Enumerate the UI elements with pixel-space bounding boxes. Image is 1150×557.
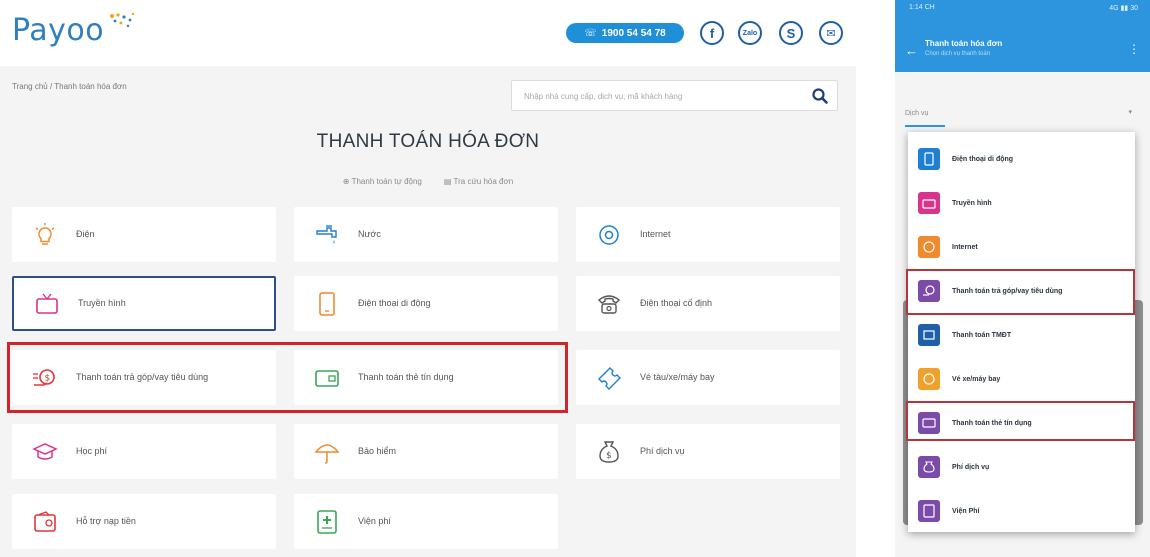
service-label: Điện thoại di động xyxy=(358,298,431,308)
service-card-mobile[interactable]: Điện thoại di động xyxy=(294,276,558,331)
phone-icon: ☏ xyxy=(584,27,597,39)
service-card-internet[interactable]: Internet xyxy=(576,207,840,262)
landline-icon xyxy=(596,291,622,317)
service-card-landline[interactable]: Điện thoại cố định xyxy=(576,276,840,331)
highlight-box xyxy=(906,269,1135,315)
logo-text: Payoo xyxy=(12,12,105,48)
tv-icon xyxy=(34,291,60,317)
service-label: Bảo hiểm xyxy=(358,446,397,456)
service-label: Viện phí xyxy=(358,516,391,526)
dropdown-item-label: Truyền hình xyxy=(952,199,992,207)
wallet-icon xyxy=(32,509,58,535)
service-card-water[interactable]: Nước xyxy=(294,207,558,262)
dropdown-item-tv[interactable]: Truyền hình xyxy=(908,181,1135,225)
dropdown-item-ticket[interactable]: Vé xe/máy bay xyxy=(908,357,1135,401)
service-field-label: Dịch vụ xyxy=(905,110,929,117)
hospital-icon xyxy=(918,500,940,522)
dropdown-item-mobile[interactable]: Điện thoại di động xyxy=(908,137,1135,181)
service-label: Phí dịch vụ xyxy=(640,446,685,456)
tv-icon xyxy=(918,192,940,214)
mobile-screen: 1:14 CH 4G ▮▮ 30 ← Thanh toán hóa đơn Ch… xyxy=(895,0,1150,557)
service-label: Vé tàu/xe/máy bay xyxy=(640,372,715,382)
zalo-icon[interactable]: Zalo xyxy=(738,21,762,45)
graduation-icon xyxy=(32,439,58,465)
service-card-electricity[interactable]: Điện xyxy=(12,207,276,262)
dropdown-item-internet[interactable]: Internet xyxy=(908,225,1135,269)
dropdown-item-label: Phí dịch vụ xyxy=(952,463,990,471)
search-icon[interactable] xyxy=(811,87,829,105)
hotline-button[interactable]: ☏ 1900 54 54 78 xyxy=(566,23,684,43)
payoo-logo[interactable]: Payoo xyxy=(12,10,136,50)
back-arrow-icon[interactable]: ← xyxy=(905,43,918,58)
status-indicators: 4G ▮▮ 30 xyxy=(1109,5,1138,12)
service-label: Nước xyxy=(358,229,381,239)
app-subtitle: Chọn dịch vụ thanh toán xyxy=(925,51,991,57)
svg-text:$: $ xyxy=(606,451,612,461)
faucet-icon xyxy=(314,222,340,248)
breadcrumb[interactable]: Trang chủ / Thanh toán hóa đơn xyxy=(12,82,127,91)
service-card-hospital[interactable]: Viện phí xyxy=(294,494,558,549)
page-title: THANH TOÁN HÓA ĐƠN xyxy=(316,131,540,152)
ticket-icon xyxy=(918,368,940,390)
dropdown-item-label: Điện thoại di động xyxy=(952,155,1014,163)
service-label: Học phí xyxy=(76,446,108,456)
lookup-bill-link[interactable]: ▤ Tra cứu hóa đơn xyxy=(444,177,513,186)
bulb-icon xyxy=(32,222,58,248)
search-input[interactable] xyxy=(524,89,794,103)
dropdown-item-label: Thanh toán TMĐT xyxy=(952,331,1012,339)
service-label: Internet xyxy=(640,229,671,239)
mobile-icon xyxy=(314,291,340,317)
status-bar: 1:14 CH 4G ▮▮ 30 xyxy=(895,0,1150,30)
highlight-box xyxy=(906,401,1135,441)
umbrella-icon xyxy=(314,439,340,465)
service-card-tv[interactable]: Truyền hình xyxy=(12,276,276,331)
logo-dots-icon xyxy=(110,12,135,28)
service-label: Điện xyxy=(76,229,95,239)
skype-icon[interactable]: S xyxy=(779,21,803,45)
mail-icon[interactable]: ✉ xyxy=(819,21,843,45)
service-dropdown: Điện thoại di động Truyền hình Internet … xyxy=(906,132,1135,533)
ecommerce-icon xyxy=(918,324,940,346)
auto-pay-label: Thanh toán tự động xyxy=(351,177,422,186)
top-header: Payoo ☏ 1900 54 54 78 f Zalo S ✉ xyxy=(0,0,856,66)
service-card-ticket[interactable]: Vé tàu/xe/máy bay xyxy=(576,350,840,405)
dropdown-item-service-fee[interactable]: Phí dịch vụ xyxy=(908,445,1135,489)
fee-icon xyxy=(918,456,940,478)
hospital-icon xyxy=(314,509,340,535)
service-card-topup[interactable]: Hỗ trợ nạp tiền xyxy=(12,494,276,549)
lookup-bill-label: Tra cứu hóa đơn xyxy=(453,177,514,186)
field-underline xyxy=(905,125,945,127)
search-box xyxy=(511,80,838,111)
hotline-number: 1900 54 54 78 xyxy=(601,27,666,39)
auto-pay-link[interactable]: ⊕ Thanh toán tự động xyxy=(343,177,422,186)
at-icon xyxy=(596,222,622,248)
mobile-icon xyxy=(918,148,940,170)
dropdown-item-label: Vé xe/máy bay xyxy=(952,375,1001,383)
dropdown-item-label: Internet xyxy=(952,243,978,251)
app-bar: ← Thanh toán hóa đơn Chọn dịch vụ thanh … xyxy=(895,30,1150,72)
service-label: Điện thoại cố định xyxy=(640,298,713,308)
dropdown-item-hospital[interactable]: Viện Phí xyxy=(908,489,1135,533)
app-title: Thanh toán hóa đơn xyxy=(925,39,1003,48)
service-card-service-fee[interactable]: $ Phí dịch vụ xyxy=(576,424,840,479)
ticket-icon xyxy=(596,365,622,391)
service-card-tuition[interactable]: Học phí xyxy=(12,424,276,479)
sub-links: ⊕ Thanh toán tự động ▤ Tra cứu hóa đơn xyxy=(0,177,856,186)
fee-icon: $ xyxy=(596,439,622,465)
status-time: 1:14 CH xyxy=(909,4,935,11)
more-menu-icon[interactable]: ⋮ xyxy=(1128,42,1140,56)
globe-icon xyxy=(918,236,940,258)
facebook-icon[interactable]: f xyxy=(700,21,724,45)
service-card-insurance[interactable]: Bảo hiểm xyxy=(294,424,558,479)
dropdown-item-ecommerce[interactable]: Thanh toán TMĐT xyxy=(908,313,1135,357)
highlight-box xyxy=(7,342,568,413)
desktop-page: Payoo ☏ 1900 54 54 78 f Zalo S ✉ Trang c… xyxy=(0,0,856,557)
service-label: Hỗ trợ nạp tiền xyxy=(76,516,136,526)
dropdown-item-label: Viện Phí xyxy=(952,507,980,515)
dropdown-caret-icon[interactable]: ▾ xyxy=(1128,108,1132,116)
service-label: Truyền hình xyxy=(78,298,126,308)
